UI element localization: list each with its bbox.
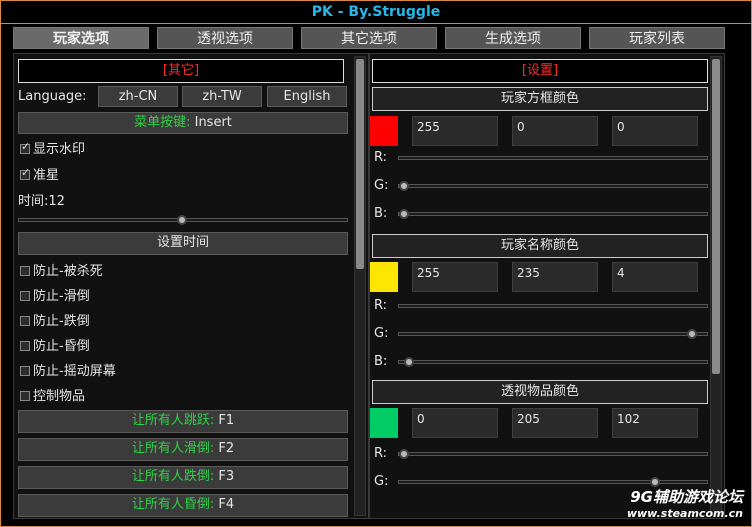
control-items-label: 控制物品 — [33, 389, 86, 404]
right-scrollbar-thumb[interactable] — [712, 59, 720, 374]
name-color-title: 玩家名称颜色 — [372, 234, 708, 258]
all-slip-label: 让所有人滑倒: — [131, 441, 215, 456]
box-color-b-slider[interactable] — [398, 212, 708, 216]
box-color-g-slider[interactable] — [398, 184, 708, 188]
title-bar: PK - By.Struggle — [1, 1, 751, 24]
name-color-r-input[interactable]: 255 — [412, 262, 498, 292]
prevent-slip-checkbox[interactable] — [20, 291, 30, 301]
lang-english-button[interactable]: English — [267, 86, 347, 107]
name-color-b-input[interactable]: 4 — [612, 262, 698, 292]
control-items-checkbox[interactable] — [20, 391, 30, 401]
all-faint-key: F4 — [218, 497, 235, 512]
all-fall-button[interactable]: 让所有人跌倒: F3 — [18, 466, 348, 489]
all-faint-button[interactable]: 让所有人昏倒: F4 — [18, 494, 348, 517]
all-jump-label: 让所有人跳跃: — [131, 413, 215, 428]
app-window: PK - By.Struggle 玩家选项 透视选项 其它选项 生成选项 玩家列… — [0, 0, 752, 527]
item-color-r-label: R: — [374, 446, 388, 461]
item-color-r-handle[interactable] — [399, 449, 409, 459]
box-color-swatch — [370, 116, 398, 146]
right-scrollbar[interactable] — [710, 56, 722, 516]
item-color-g-label: G: — [374, 474, 389, 489]
box-color-b-input[interactable]: 0 — [612, 116, 698, 146]
prevent-screen-shake-checkbox[interactable] — [20, 366, 30, 376]
forum-watermark: 9G辅助游戏论坛 www.steamcom.cn — [627, 486, 743, 520]
all-fall-label: 让所有人跌倒: — [131, 469, 215, 484]
name-color-swatch — [370, 262, 398, 292]
box-color-r-slider[interactable] — [398, 156, 708, 160]
box-color-r-label: R: — [374, 150, 388, 165]
box-color-b-handle[interactable] — [399, 209, 409, 219]
name-color-g-handle[interactable] — [687, 329, 697, 339]
item-color-r-input[interactable]: 0 — [412, 408, 498, 438]
all-fall-key: F3 — [218, 469, 235, 484]
item-color-r-slider[interactable] — [398, 452, 708, 456]
menu-key-label: 菜单按键: — [134, 115, 191, 130]
tab-bar: 玩家选项 透视选项 其它选项 生成选项 玩家列表 — [13, 27, 729, 49]
lang-zh-cn-button[interactable]: zh-CN — [98, 86, 178, 107]
all-jump-key: F1 — [218, 413, 235, 428]
left-panel: [其它] Language: zh-CN zh-TW English 菜单按键:… — [13, 53, 369, 519]
window-title: PK - By.Struggle — [311, 4, 441, 20]
item-color-g-slider[interactable] — [398, 480, 708, 484]
prevent-faint-checkbox[interactable] — [20, 341, 30, 351]
show-watermark-checkbox[interactable] — [20, 140, 30, 154]
menu-key-button[interactable]: 菜单按键: Insert — [18, 112, 348, 134]
box-color-g-label: G: — [374, 178, 389, 193]
name-color-r-label: R: — [374, 298, 388, 313]
prevent-fall-checkbox[interactable] — [20, 316, 30, 326]
box-color-r-input[interactable]: 255 — [412, 116, 498, 146]
crosshair-checkbox[interactable] — [20, 166, 30, 180]
all-slip-button[interactable]: 让所有人滑倒: F2 — [18, 438, 348, 461]
lang-zh-tw-button[interactable]: zh-TW — [182, 86, 262, 107]
prevent-screen-shake-label: 防止-摇动屏幕 — [33, 364, 116, 379]
time-slider-handle[interactable] — [177, 215, 187, 225]
name-color-b-slider[interactable] — [398, 360, 708, 364]
box-color-g-handle[interactable] — [399, 181, 409, 191]
tab-esp-options[interactable]: 透视选项 — [157, 27, 293, 49]
name-color-b-handle[interactable] — [404, 357, 414, 367]
tab-player-list[interactable]: 玩家列表 — [589, 27, 725, 49]
set-time-button[interactable]: 设置时间 — [18, 232, 348, 255]
language-label: Language: — [18, 89, 87, 104]
left-scrollbar-thumb[interactable] — [356, 59, 364, 269]
menu-key-value: Insert — [194, 115, 232, 130]
watermark-line-1: 9G辅助游戏论坛 — [630, 488, 743, 506]
prevent-slip-label: 防止-滑倒 — [33, 289, 90, 304]
tab-other-options[interactable]: 其它选项 — [301, 27, 437, 49]
settings-section-header: [设置] — [372, 59, 708, 83]
watermark-line-2: www.steamcom.cn — [626, 507, 743, 520]
item-color-b-input[interactable]: 102 — [612, 408, 698, 438]
tab-spawn-options[interactable]: 生成选项 — [445, 27, 581, 49]
time-label: 时间:12 — [18, 194, 65, 209]
prevent-faint-label: 防止-昏倒 — [33, 339, 90, 354]
all-jump-button[interactable]: 让所有人跳跃: F1 — [18, 410, 348, 433]
name-color-b-label: B: — [374, 354, 388, 369]
box-color-b-label: B: — [374, 206, 388, 221]
name-color-g-label: G: — [374, 326, 389, 341]
item-color-g-input[interactable]: 205 — [512, 408, 598, 438]
item-color-swatch — [370, 408, 398, 438]
name-color-g-input[interactable]: 235 — [512, 262, 598, 292]
prevent-fall-label: 防止-跌倒 — [33, 314, 90, 329]
all-faint-label: 让所有人昏倒: — [131, 497, 215, 512]
all-slip-key: F2 — [218, 441, 235, 456]
crosshair-label: 准星 — [33, 168, 60, 183]
show-watermark-label: 显示水印 — [33, 142, 86, 157]
name-color-g-slider[interactable] — [398, 332, 708, 336]
prevent-killed-checkbox[interactable] — [20, 266, 30, 276]
right-panel: [设置] 玩家方框颜色 255 0 0 R: G: B: 玩家名称颜色 255 … — [369, 53, 725, 519]
box-color-title: 玩家方框颜色 — [372, 87, 708, 111]
box-color-g-input[interactable]: 0 — [512, 116, 598, 146]
other-section-header: [其它] — [18, 59, 344, 83]
left-scrollbar[interactable] — [354, 56, 366, 516]
prevent-killed-label: 防止-被杀死 — [33, 264, 103, 279]
name-color-r-slider[interactable] — [398, 304, 708, 308]
item-color-title: 透视物品颜色 — [372, 380, 708, 404]
tab-player-options[interactable]: 玩家选项 — [13, 27, 149, 49]
